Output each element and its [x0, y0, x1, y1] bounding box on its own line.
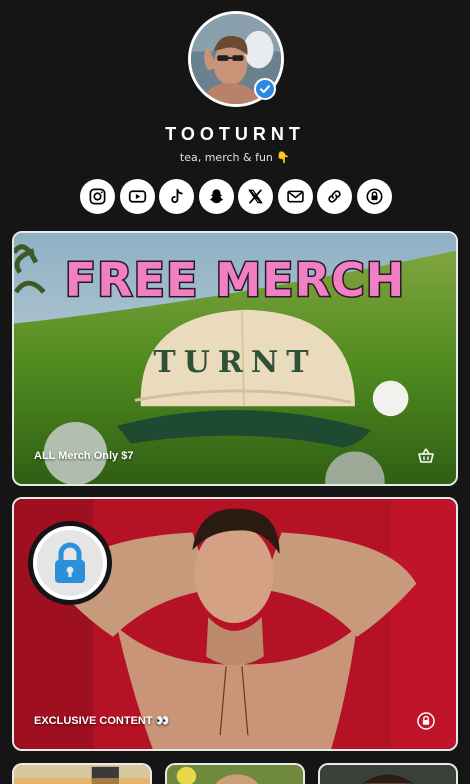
- youtube-button[interactable]: [119, 179, 155, 214]
- email-icon: [287, 190, 304, 203]
- link-icon: [328, 190, 342, 203]
- content-thumbnail[interactable]: [12, 763, 152, 784]
- hat-text: TURNT: [153, 345, 317, 380]
- lock-button[interactable]: [356, 179, 392, 214]
- content-thumbnail[interactable]: [318, 763, 458, 784]
- instagram-icon: [89, 188, 106, 205]
- tiktok-button[interactable]: [159, 179, 195, 214]
- lock-icon: [416, 711, 436, 731]
- exclusive-content-card[interactable]: EXCLUSIVE CONTENT 👀: [12, 497, 458, 751]
- profile-bio: tea, merch & fun 👇: [179, 151, 291, 164]
- x-button[interactable]: [238, 179, 274, 214]
- profile-page: TOOTURNT tea, merch & fun 👇 FREE MERCH T…: [0, 0, 470, 784]
- merch-card-label: ALL Merch Only $7: [34, 450, 134, 462]
- padlock-icon: [55, 542, 85, 583]
- link-button[interactable]: [317, 179, 353, 214]
- x-icon: [248, 189, 264, 204]
- content-thumbnail[interactable]: [165, 763, 305, 784]
- padlock-badge: [28, 521, 112, 605]
- merch-card[interactable]: FREE MERCH TURNT ALL Merch Only $7: [12, 231, 458, 486]
- email-button[interactable]: [277, 179, 313, 214]
- youtube-icon: [128, 190, 146, 203]
- snapchat-button[interactable]: [198, 179, 234, 214]
- social-links: [80, 179, 392, 215]
- tiktok-icon: [171, 188, 183, 204]
- profile-name: TOOTURNT: [165, 124, 305, 144]
- snapchat-icon: [209, 189, 224, 204]
- exclusive-content-label: EXCLUSIVE CONTENT 👀: [34, 715, 170, 727]
- lock-icon: [366, 188, 383, 205]
- instagram-button[interactable]: [80, 179, 115, 214]
- basket-icon: [416, 446, 436, 466]
- free-merch-heading: FREE MERCH: [63, 252, 406, 309]
- verified-badge-icon: [254, 78, 276, 100]
